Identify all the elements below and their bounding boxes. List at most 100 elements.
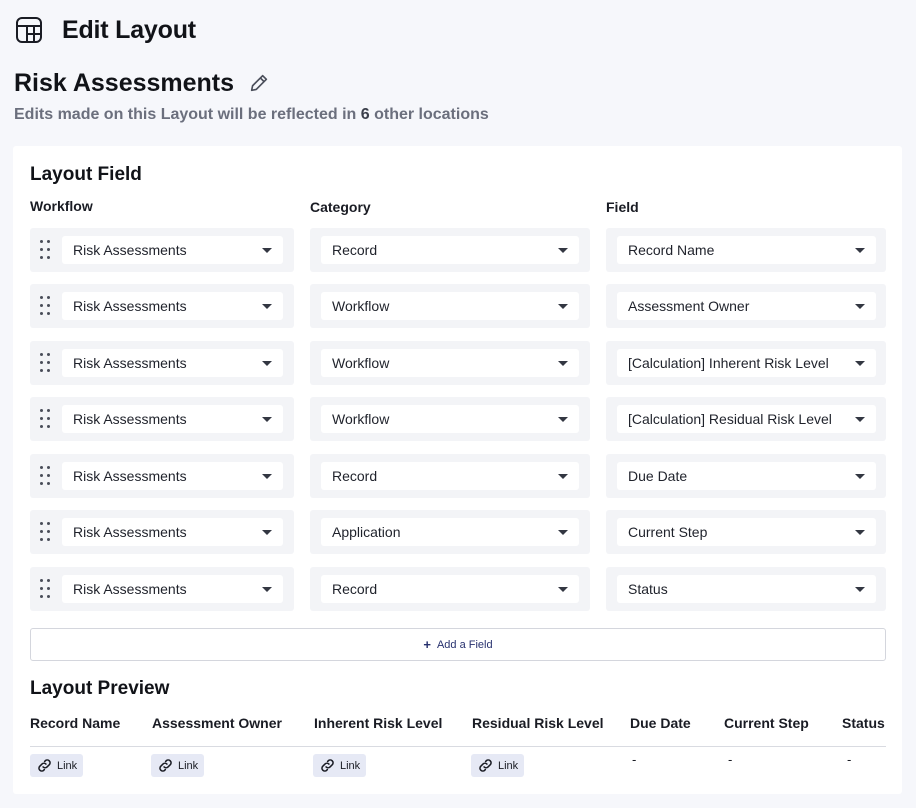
chevron-down-icon bbox=[558, 303, 568, 309]
category-value: Workflow bbox=[332, 298, 390, 314]
category-select[interactable]: Workflow bbox=[321, 405, 579, 433]
field-select[interactable]: [Calculation] Residual Risk Level bbox=[617, 405, 876, 433]
workflow-value: Risk Assessments bbox=[73, 524, 187, 540]
preview-column-header: Residual Risk Level bbox=[472, 715, 604, 731]
drag-handle-icon[interactable] bbox=[38, 408, 52, 430]
workflow-cell: Risk Assessments bbox=[30, 454, 294, 498]
workflow-value: Risk Assessments bbox=[73, 242, 187, 258]
link-chip[interactable]: Link bbox=[151, 754, 204, 777]
preview-empty-value: - bbox=[632, 752, 637, 767]
category-cell: Workflow bbox=[310, 397, 590, 441]
drag-handle-icon[interactable] bbox=[38, 295, 52, 317]
workflow-cell: Risk Assessments bbox=[30, 341, 294, 385]
chevron-down-icon bbox=[855, 303, 865, 309]
field-value: [Calculation] Residual Risk Level bbox=[628, 411, 832, 427]
field-value: Record Name bbox=[628, 242, 715, 258]
chevron-down-icon bbox=[558, 416, 568, 422]
link-icon bbox=[321, 759, 334, 772]
category-value: Record bbox=[332, 468, 378, 484]
workflow-select[interactable]: Risk Assessments bbox=[62, 405, 283, 433]
workflow-select[interactable]: Risk Assessments bbox=[62, 236, 283, 264]
link-icon bbox=[479, 759, 492, 772]
chevron-down-icon bbox=[262, 586, 272, 592]
preview-column-header: Status bbox=[842, 715, 885, 731]
category-select[interactable]: Application bbox=[321, 518, 579, 546]
field-select[interactable]: Assessment Owner bbox=[617, 292, 876, 320]
link-icon bbox=[38, 759, 51, 772]
link-icon bbox=[159, 759, 172, 772]
preview-column-header: Due Date bbox=[630, 715, 691, 731]
chevron-down-icon bbox=[262, 416, 272, 422]
category-select[interactable]: Record bbox=[321, 236, 579, 264]
pencil-icon[interactable] bbox=[248, 71, 272, 95]
workflow-cell: Risk Assessments bbox=[30, 567, 294, 611]
drag-handle-icon[interactable] bbox=[38, 352, 52, 374]
category-value: Record bbox=[332, 242, 378, 258]
workflow-cell: Risk Assessments bbox=[30, 397, 294, 441]
workflow-cell: Risk Assessments bbox=[30, 228, 294, 272]
add-field-button[interactable]: + Add a Field bbox=[30, 628, 886, 661]
category-cell: Workflow bbox=[310, 284, 590, 328]
field-cell: [Calculation] Inherent Risk Level bbox=[606, 341, 886, 385]
field-select[interactable]: Current Step bbox=[617, 518, 876, 546]
field-cell: Current Step bbox=[606, 510, 886, 554]
field-select[interactable]: Record Name bbox=[617, 236, 876, 264]
chevron-down-icon bbox=[262, 473, 272, 479]
drag-handle-icon[interactable] bbox=[38, 239, 52, 261]
drag-handle-icon[interactable] bbox=[38, 578, 52, 600]
workflow-cell: Risk Assessments bbox=[30, 284, 294, 328]
link-chip[interactable]: Link bbox=[313, 754, 366, 777]
notice-prefix: Edits made on this Layout will be reflec… bbox=[14, 106, 361, 123]
chevron-down-icon bbox=[855, 247, 865, 253]
workflow-value: Risk Assessments bbox=[73, 468, 187, 484]
notice-suffix: other locations bbox=[369, 106, 489, 123]
preview-column-header: Record Name bbox=[30, 715, 121, 731]
field-cell: [Calculation] Residual Risk Level bbox=[606, 397, 886, 441]
workflow-select[interactable]: Risk Assessments bbox=[62, 292, 283, 320]
preview-column-header: Assessment Owner bbox=[152, 715, 282, 731]
field-select[interactable]: Due Date bbox=[617, 462, 876, 490]
add-field-label: Add a Field bbox=[436, 638, 493, 651]
chevron-down-icon bbox=[558, 360, 568, 366]
plus-icon: + bbox=[423, 637, 431, 652]
notice-count: 6 bbox=[360, 106, 370, 123]
drag-handle-icon[interactable] bbox=[38, 465, 52, 487]
link-chip[interactable]: Link bbox=[471, 754, 524, 777]
category-value: Application bbox=[332, 524, 401, 540]
page-header: Edit Layout bbox=[14, 14, 196, 46]
category-value: Workflow bbox=[332, 411, 390, 427]
category-select[interactable]: Record bbox=[321, 575, 579, 603]
workflow-select[interactable]: Risk Assessments bbox=[62, 462, 283, 490]
workflow-select[interactable]: Risk Assessments bbox=[62, 575, 283, 603]
chevron-down-icon bbox=[558, 586, 568, 592]
workflow-select[interactable]: Risk Assessments bbox=[62, 349, 283, 377]
chevron-down-icon bbox=[855, 416, 865, 422]
link-label: Link bbox=[57, 759, 78, 772]
layout-name-row: Risk Assessments bbox=[14, 66, 272, 100]
layout-name: Risk Assessments bbox=[14, 68, 235, 97]
category-value: Record bbox=[332, 581, 378, 597]
field-value: Current Step bbox=[628, 524, 708, 540]
field-cell: Assessment Owner bbox=[606, 284, 886, 328]
drag-handle-icon[interactable] bbox=[38, 521, 52, 543]
chevron-down-icon bbox=[855, 529, 865, 535]
layout-grid-icon bbox=[14, 15, 44, 45]
preview-empty-value: - bbox=[728, 752, 733, 767]
workflow-value: Risk Assessments bbox=[73, 298, 187, 314]
category-select[interactable]: Workflow bbox=[321, 349, 579, 377]
column-label-category: Category bbox=[310, 199, 371, 215]
chevron-down-icon bbox=[855, 473, 865, 479]
chevron-down-icon bbox=[262, 529, 272, 535]
chevron-down-icon bbox=[855, 586, 865, 592]
field-cell: Status bbox=[606, 567, 886, 611]
field-select[interactable]: Status bbox=[617, 575, 876, 603]
category-select[interactable]: Workflow bbox=[321, 292, 579, 320]
field-cell: Due Date bbox=[606, 454, 886, 498]
category-select[interactable]: Record bbox=[321, 462, 579, 490]
workflow-select[interactable]: Risk Assessments bbox=[62, 518, 283, 546]
link-chip[interactable]: Link bbox=[30, 754, 83, 777]
column-label-workflow: Workflow bbox=[30, 198, 93, 214]
layout-field-title: Layout Field bbox=[30, 164, 142, 185]
workflow-value: Risk Assessments bbox=[73, 355, 187, 371]
field-select[interactable]: [Calculation] Inherent Risk Level bbox=[617, 349, 876, 377]
